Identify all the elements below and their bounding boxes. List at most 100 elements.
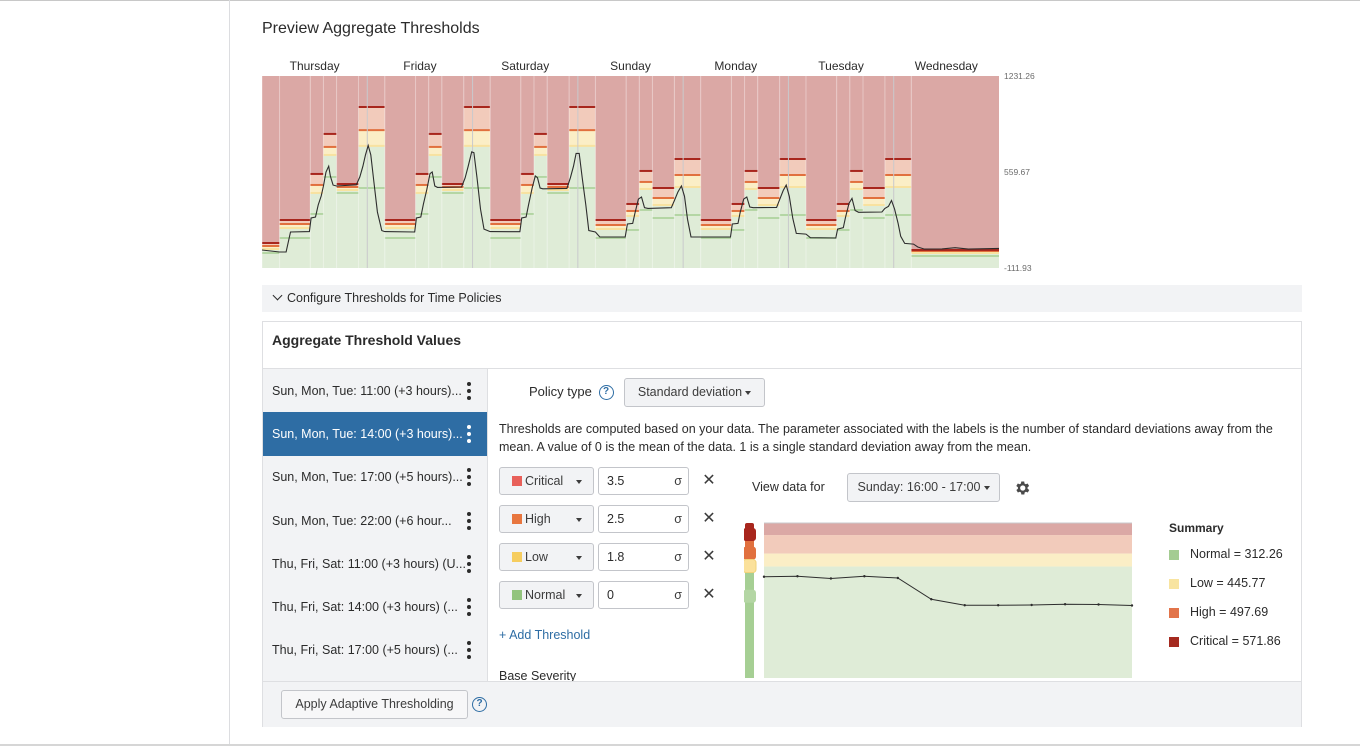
more-options-icon[interactable] <box>467 381 471 400</box>
critical-band <box>441 76 464 184</box>
summary-label: Critical = 571.86 <box>1190 634 1281 648</box>
more-options-icon[interactable] <box>467 511 471 530</box>
summary-title: Summary <box>1169 521 1224 535</box>
high-band <box>757 187 780 198</box>
policy-type-text: Policy type <box>529 384 592 399</box>
summary-color-swatch <box>1169 550 1179 560</box>
threshold-value-input[interactable]: 3.5 σ <box>598 467 689 495</box>
policy-label: Thu, Fri, Sat: 11:00 (+3 hours) (U... <box>272 556 466 571</box>
add-threshold-link[interactable]: + Add Threshold <box>499 628 590 642</box>
normal-band <box>884 186 912 268</box>
remove-threshold-icon[interactable]: ✕ <box>701 547 717 567</box>
sigma-unit: σ <box>674 512 682 526</box>
critical-band <box>547 76 570 184</box>
threshold-value-input[interactable]: 2.5 σ <box>598 505 689 533</box>
caret-down-icon <box>576 518 582 522</box>
summary-color-swatch <box>1169 637 1179 647</box>
gear-icon[interactable] <box>1013 479 1031 497</box>
policy-list-item[interactable]: Sun, Mon, Tue: 11:00 (+3 hours)... <box>263 369 487 412</box>
view-data-dropdown[interactable]: Sunday: 16:00 - 17:00 <box>847 473 1000 502</box>
y-tick-label: 559.67 <box>1004 167 1030 177</box>
remove-threshold-icon[interactable]: ✕ <box>701 585 717 605</box>
low-band <box>779 174 806 187</box>
threshold-value-input[interactable]: 1.8 σ <box>598 543 689 571</box>
configure-thresholds-toggle[interactable]: Configure Thresholds for Time Policies <box>262 285 1302 312</box>
policy-list-item[interactable]: Sun, Mon, Tue: 22:00 (+6 hour... <box>263 499 487 542</box>
low-band <box>310 184 324 193</box>
critical-handle[interactable] <box>744 528 756 542</box>
panel-footer: Apply Adaptive Thresholding ? <box>263 681 1301 727</box>
low-band <box>744 181 758 189</box>
help-icon[interactable]: ? <box>472 697 487 712</box>
policy-list-item[interactable]: Thu, Fri, Sat: 17:00 (+5 hours) (... <box>263 629 487 672</box>
more-options-icon[interactable] <box>467 424 471 443</box>
normal-band <box>336 189 359 268</box>
critical-band <box>463 76 491 108</box>
critical-band <box>626 76 640 204</box>
more-options-icon[interactable] <box>467 598 471 617</box>
normal-band <box>569 145 596 268</box>
normal-band <box>415 192 429 268</box>
critical-band <box>595 76 627 220</box>
remove-threshold-icon[interactable]: ✕ <box>701 471 717 491</box>
policy-list-item[interactable]: Sun, Mon, Tue: 14:00 (+3 hours)... <box>263 412 487 456</box>
policy-list-item[interactable]: Thu, Fri, Sat: 11:00 (+3 hours) (U... <box>263 542 487 585</box>
low-band <box>463 130 491 146</box>
severity-dropdown[interactable]: Normal <box>499 581 594 609</box>
aggregate-threshold-chart[interactable]: Thursday Friday Saturday Sunday Monday Tuesda… <box>250 52 1050 282</box>
severity-color-swatch <box>512 590 522 600</box>
normal-band <box>652 204 675 268</box>
normal-band <box>310 192 324 268</box>
critical-band <box>490 76 521 220</box>
normal-rail <box>745 566 754 678</box>
severity-dropdown[interactable]: Critical <box>499 467 594 495</box>
day-label: Thursday <box>290 59 340 73</box>
high-band <box>310 173 324 185</box>
high-handle[interactable] <box>744 546 756 560</box>
data-point <box>996 604 1000 607</box>
severity-color-swatch <box>512 514 522 524</box>
more-options-icon[interactable] <box>467 554 471 573</box>
help-icon[interactable]: ? <box>598 385 614 401</box>
low-band <box>652 197 675 205</box>
time-policy-list[interactable]: Sun, Mon, Tue: 11:00 (+3 hours)... Sun, M… <box>263 369 488 681</box>
policy-label: Sun, Mon, Tue: 14:00 (+3 hours)... <box>272 426 463 441</box>
high-band <box>520 173 534 185</box>
y-tick-label: -111.93 <box>1004 263 1032 273</box>
remove-threshold-icon[interactable]: ✕ <box>701 509 717 529</box>
policy-label: Sun, Mon, Tue: 22:00 (+6 hour... <box>272 513 452 528</box>
data-point <box>930 598 933 601</box>
configure-thresholds-label: Configure Thresholds for Time Policies <box>287 291 502 305</box>
normal-band <box>779 186 806 268</box>
high-band <box>674 158 701 175</box>
high-band <box>358 107 385 131</box>
low-handle[interactable] <box>744 559 757 574</box>
day-label: Sunday <box>610 59 651 73</box>
low-band <box>757 197 780 205</box>
normal-band <box>279 227 311 268</box>
policy-label: Thu, Fri, Sat: 14:00 (+3 hours) (... <box>272 600 458 615</box>
threshold-value-input[interactable]: 0σ <box>598 581 689 609</box>
critical-band <box>323 76 337 134</box>
policy-list-item[interactable]: Thu, Fri, Sat: 14:00 (+3 hours) (... <box>263 585 487 628</box>
summary-label: High = 497.69 <box>1190 605 1269 619</box>
critical-band <box>639 76 653 171</box>
severity-label: High <box>525 512 551 526</box>
high-band <box>428 133 442 147</box>
critical-band <box>731 76 745 204</box>
policy-list-item[interactable]: Sun, Mon, Tue: 17:00 (+5 hours)... <box>263 456 487 499</box>
severity-dropdown[interactable]: High <box>499 505 594 533</box>
high-band <box>569 107 596 131</box>
normal-handle[interactable] <box>744 589 756 603</box>
normal-band <box>547 189 570 268</box>
policy-detail-chart[interactable] <box>744 514 1149 681</box>
policy-type-dropdown[interactable]: Standard deviation <box>624 378 765 407</box>
normal-band <box>805 228 837 268</box>
critical-band <box>764 523 1132 536</box>
apply-adaptive-thresholding-button[interactable]: Apply Adaptive Thresholding <box>281 690 468 719</box>
severity-dropdown[interactable]: Low <box>499 543 594 571</box>
more-options-icon[interactable] <box>467 468 471 487</box>
critical-band <box>310 76 324 174</box>
more-options-icon[interactable] <box>467 641 471 660</box>
severity-color-swatch <box>512 476 522 486</box>
